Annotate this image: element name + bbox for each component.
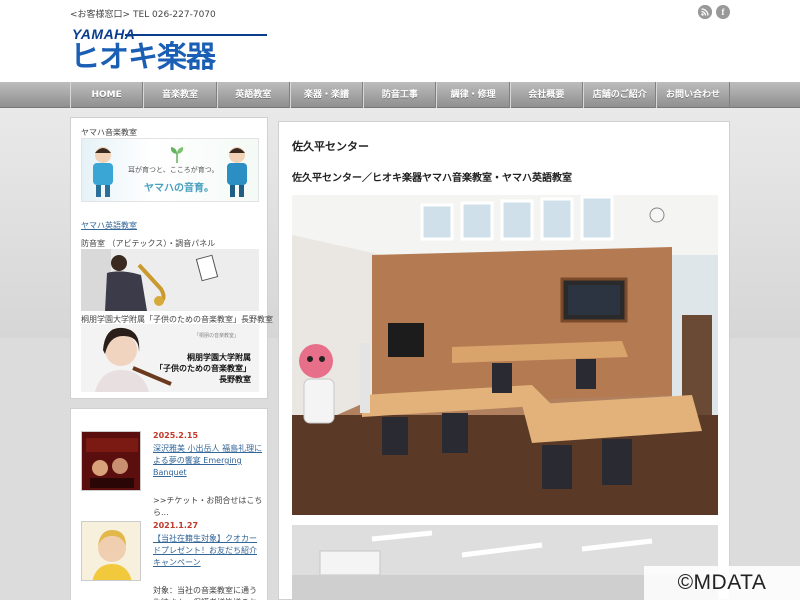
news-item: 2021.1.27 【当社在籍生対象】クオカードプレゼント！お友だち紹介キャンペ… — [81, 521, 261, 600]
logo-divider — [125, 34, 267, 36]
nav-list: HOME 音楽教室 英語教室 楽器・楽譜 防音工事 調律・修理 会社概要 店舗の… — [70, 82, 730, 108]
soundproof-label: 防音室 （アビテックス）・調音パネル — [81, 239, 216, 248]
school-banner-line3: 長野教室 — [219, 375, 251, 384]
news-title-link[interactable]: 深沢雅美 小出岳人 福島礼理による夢の饗宴 Emerging Banquet — [153, 443, 263, 479]
global-nav: HOME 音楽教室 英語教室 楽器・楽譜 防音工事 調律・修理 会社概要 店舗の… — [0, 82, 800, 108]
classroom-photo — [292, 195, 718, 515]
soundproof-banner[interactable] — [81, 249, 259, 311]
page-title: 佐久平センター — [292, 140, 369, 153]
contact-phone: <お客様窓口> TEL 026-227-7070 — [70, 10, 216, 20]
banner-tagline: 耳が育つと、こころが育つ。 — [128, 166, 219, 174]
nav-instruments[interactable]: 楽器・楽譜 — [289, 82, 364, 108]
school-banner[interactable]: 「桐朋の音楽教室」 桐朋学園大学附属 「子供のための音楽教室」 長野教室 — [81, 324, 259, 392]
site-header: <お客様窓口> TEL 026-227-7070 f YAMAHA ヒオキ楽器 — [0, 0, 800, 82]
nav-music-school[interactable]: 音楽教室 — [143, 82, 217, 108]
nav-soundproofing[interactable]: 防音工事 — [363, 82, 437, 108]
music-school-banner[interactable]: 耳が育つと、こころが育つ。 ヤマハの音育。 — [81, 138, 259, 202]
logo-name: ヒオキ楽器 — [70, 40, 216, 75]
campaign-image — [82, 522, 140, 580]
news-description: 対象：当社の音楽教室に通う生徒さん・保護者様皆様のお — [153, 586, 257, 600]
nav-company[interactable]: 会社概要 — [509, 82, 584, 108]
school-banner-small: 「桐朋の音楽教室」 — [193, 333, 239, 339]
nav-home[interactable]: HOME — [70, 82, 144, 108]
watermark: ©MDATA — [644, 566, 800, 600]
sidebar: ヤマハ音楽教室 耳が育つと、こころが育つ。 ヤマハの音育。 ヤマハ英語教室 防音… — [70, 117, 273, 600]
page-subtitle: 佐久平センター／ヒオキ楽器ヤマハ音楽教室・ヤマハ英語教室 — [292, 173, 572, 184]
school-banner-text: 桐朋学園大学附属 「子供のための音楽教室」 長野教室 — [155, 352, 251, 385]
nav-english-school[interactable]: 英語教室 — [216, 82, 290, 108]
nav-tuning[interactable]: 調律・修理 — [436, 82, 510, 108]
banner-brand: ヤマハの音育。 — [144, 183, 214, 194]
school-banner-line1: 桐朋学園大学附属 — [187, 353, 251, 362]
news-description: >>チケット・お問合せはこちら... — [153, 496, 263, 517]
child-image — [227, 147, 247, 197]
concert-poster-image — [82, 432, 140, 490]
school-banner-line2: 「子供のための音楽教室」 — [155, 364, 251, 373]
news-list: 2025.2.15 深沢雅美 小出岳人 福島礼理による夢の饗宴 Emerging… — [70, 408, 268, 600]
rss-icon[interactable] — [698, 5, 712, 19]
saxophone-player-image — [81, 249, 259, 311]
sprout-icon — [170, 145, 184, 167]
main-content: 佐久平センター 佐久平センター／ヒオキ楽器ヤマハ音楽教室・ヤマハ英語教室 — [278, 121, 730, 600]
news-date: 2025.2.15 — [153, 431, 199, 440]
news-item: 2025.2.15 深沢雅美 小出岳人 福島礼理による夢の饗宴 Emerging… — [81, 431, 263, 517]
child-image — [93, 147, 113, 197]
sidebar-banners: ヤマハ音楽教室 耳が育つと、こころが育つ。 ヤマハの音育。 ヤマハ英語教室 防音… — [70, 117, 273, 399]
news-thumbnail[interactable] — [81, 521, 141, 581]
nav-contact[interactable]: お問い合わせ — [656, 82, 730, 108]
facebook-icon[interactable]: f — [716, 5, 730, 19]
news-title-link[interactable]: 【当社在籍生対象】クオカードプレゼント！お友だち紹介キャンペーン — [153, 533, 263, 569]
music-school-label: ヤマハ音楽教室 — [81, 128, 137, 137]
site-logo[interactable]: YAMAHA ヒオキ楽器 — [70, 26, 270, 78]
classroom-image — [292, 195, 718, 515]
english-school-link[interactable]: ヤマハ英語教室 — [81, 220, 137, 231]
news-date: 2021.1.27 — [153, 521, 199, 530]
news-thumbnail[interactable] — [81, 431, 141, 491]
nav-stores[interactable]: 店舗のご紹介 — [583, 82, 657, 108]
